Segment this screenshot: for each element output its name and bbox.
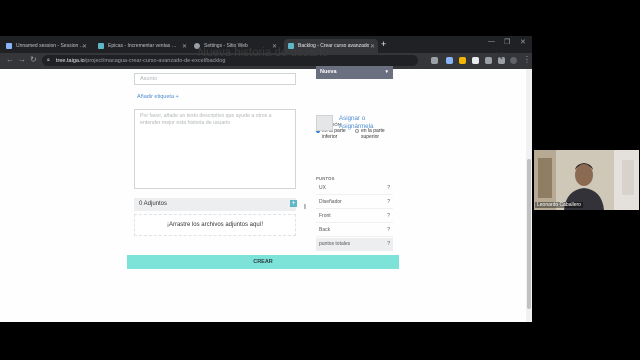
maximize-icon[interactable]: ❐: [504, 38, 510, 46]
subject-input[interactable]: Asunto: [134, 73, 296, 85]
close-icon[interactable]: ✕: [494, 49, 504, 63]
add-attachment-button[interactable]: +: [290, 200, 297, 207]
points-row-front[interactable]: Front?: [316, 210, 393, 223]
points-row-total: puntos totales?: [316, 238, 393, 251]
attachments-header: 0 Adjuntos: [134, 198, 296, 211]
scrollbar[interactable]: [526, 69, 532, 322]
add-tag-link[interactable]: Añadir etiqueta +: [137, 94, 179, 100]
points-row-disenador[interactable]: Diseñador?: [316, 196, 393, 209]
points-row-ux[interactable]: UX?: [316, 182, 393, 195]
webcam-video: [534, 150, 639, 210]
window-close-icon[interactable]: ✕: [520, 38, 526, 46]
modal-title: Nueva historia de usuario: [197, 47, 329, 59]
assignee-avatar: [316, 115, 333, 131]
points-row-back[interactable]: Back?: [316, 224, 393, 237]
minimize-icon[interactable]: —: [488, 38, 495, 45]
taiga-app: [0, 69, 532, 322]
webcam-person-image: [534, 150, 639, 210]
text-cursor-icon: I: [304, 204, 306, 211]
participant-name: Leonardo Caballero: [535, 202, 583, 208]
modal-lightbox: [0, 69, 526, 322]
create-button[interactable]: CREAR: [127, 255, 399, 269]
status-select[interactable]: Nueva ▾: [316, 66, 393, 79]
description-textarea[interactable]: Por favor, añade un texto descriptivo qu…: [134, 109, 296, 189]
assign-link[interactable]: Asignar o Asignármela: [339, 115, 373, 131]
attachments-dropzone[interactable]: ¡Arrastre los archivos adjuntos aquí!: [134, 214, 296, 236]
scrollbar-thumb[interactable]: [527, 159, 531, 309]
status-value: Nueva: [320, 69, 337, 75]
chevron-down-icon: ▾: [385, 69, 388, 75]
points-header: PUNTOS: [316, 176, 335, 181]
